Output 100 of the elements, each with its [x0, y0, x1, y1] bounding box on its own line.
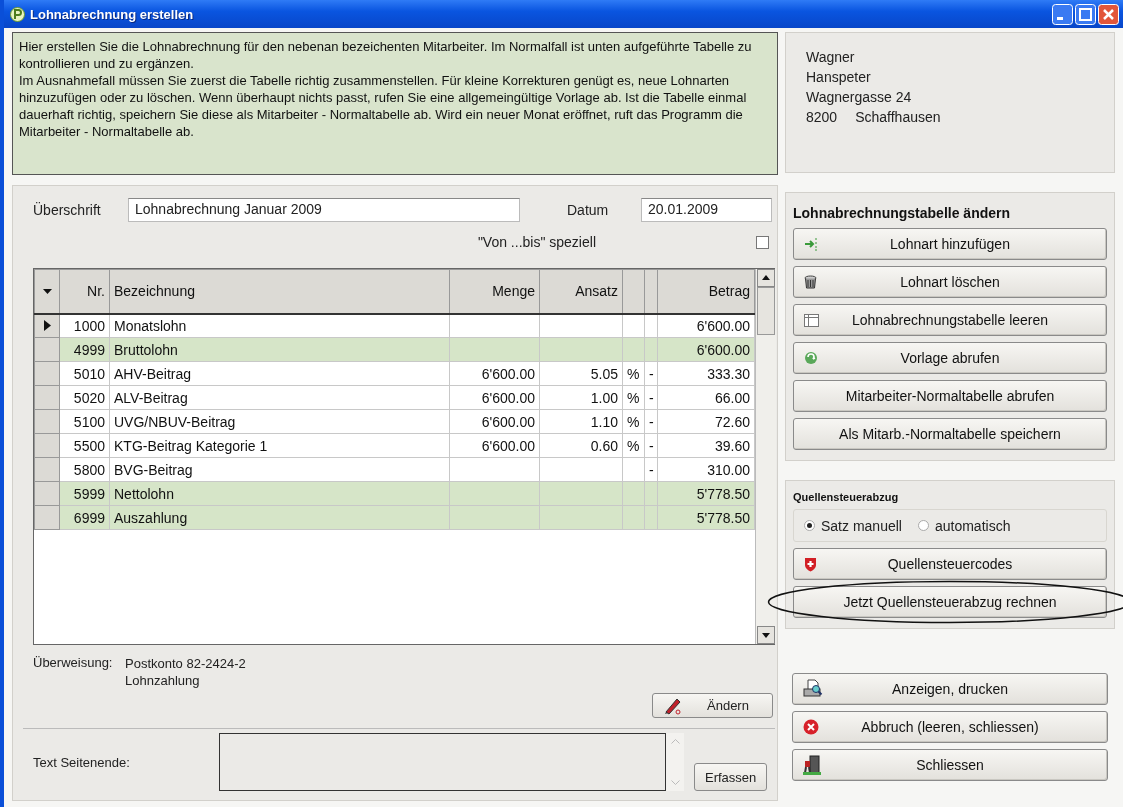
column-header[interactable]: Betrag: [657, 269, 755, 314]
table-cell: 5.05: [539, 361, 623, 386]
field-label: Überschrift: [33, 202, 102, 218]
table-cell: 1000: [59, 313, 110, 338]
button[interactable]: Vorlage abrufen: [793, 342, 1107, 374]
table-cell: 39.60: [657, 433, 755, 458]
table-cell: 310.00: [657, 457, 755, 482]
address-line: Wagnergasse 24: [806, 88, 913, 107]
column-header[interactable]: Nr.: [59, 269, 110, 314]
scroll-up-icon: [757, 269, 775, 287]
printer-magnifier-icon: [803, 679, 823, 699]
table-cell: 6'600.00: [449, 409, 540, 434]
column-header[interactable]: Ansatz: [539, 269, 623, 314]
radio-button[interactable]: [804, 520, 815, 531]
table-cell: %: [622, 409, 645, 434]
table-cell: 5500: [59, 433, 110, 458]
address-line: Wagner: [806, 48, 856, 67]
table-cell: 5010: [59, 361, 110, 386]
table-cell: 66.00: [657, 385, 755, 410]
table-cell: 72.60: [657, 409, 755, 434]
city-name: Schaffhausen: [855, 108, 941, 127]
table-cell: -: [644, 361, 658, 386]
table-cell: AHV-Beitrag: [109, 361, 450, 386]
button[interactable]: Schliessen: [792, 749, 1108, 781]
table-cell: 6'600.00: [449, 361, 540, 386]
button[interactable]: Abbruch (leeren, schliessen): [792, 711, 1108, 743]
table-cell: Bruttolohn: [109, 337, 450, 362]
table-cell: 6'600.00: [449, 433, 540, 458]
button[interactable]: Quellensteuercodes: [793, 548, 1107, 580]
window-title: Lohnabrechnung erstellen: [30, 6, 195, 22]
table-cell: UVG/NBUV-Beitrag: [109, 409, 450, 434]
table-cell: -: [644, 385, 658, 410]
table-cell: 0.60: [539, 433, 623, 458]
text-area[interactable]: [219, 733, 666, 791]
table-cell: %: [622, 385, 645, 410]
table-cell: Nettolohn: [109, 481, 450, 506]
scrollbar[interactable]: [755, 269, 776, 644]
table-cell: 333.30: [657, 361, 755, 386]
button[interactable]: Jetzt Quellensteuerabzug rechnen: [793, 586, 1107, 618]
table-cell: ALV-Beitrag: [109, 385, 450, 410]
table-cell: 1.00: [539, 385, 623, 410]
scroll-up-icon: [670, 739, 680, 744]
column-header[interactable]: Menge: [449, 269, 540, 314]
app-logo-icon: [10, 6, 25, 22]
dropdown-icon[interactable]: [42, 288, 52, 294]
table-cell: 6'600.00: [657, 337, 755, 362]
table-cell: 6'600.00: [449, 385, 540, 410]
scrollbar-thumb[interactable]: [757, 287, 775, 335]
close-icon[interactable]: [1098, 3, 1119, 25]
postal-code: 8200: [806, 108, 838, 127]
button[interactable]: Anzeigen, drucken: [792, 673, 1108, 705]
button[interactable]: Erfassen: [694, 763, 768, 791]
table-cell: %: [622, 433, 645, 458]
exit-door-icon: [803, 755, 821, 775]
checkbox-label: "Von ...bis" speziell: [477, 234, 596, 250]
field-label: Datum: [567, 202, 610, 218]
panel-title: Quellensteuerabzug: [793, 491, 900, 503]
table-cell: %: [622, 361, 645, 386]
table-cell: 5100: [59, 409, 110, 434]
table-icon: [804, 313, 819, 327]
button[interactable]: Lohnart löschen: [793, 266, 1107, 298]
table-cell: Monatslohn: [109, 313, 450, 338]
insert-arrow-icon: [804, 237, 818, 251]
button[interactable]: Als Mitarb.-Normaltabelle speichern: [793, 418, 1107, 450]
table-cell: -: [644, 433, 658, 458]
button[interactable]: Mitarbeiter-Normaltabelle abrufen: [793, 380, 1107, 412]
table-cell: Auszahlung: [109, 505, 450, 530]
table-cell: 5'778.50: [657, 481, 755, 506]
scroll-down-icon: [670, 780, 680, 785]
table-cell: 5800: [59, 457, 110, 482]
table-cell: -: [644, 457, 658, 482]
radio-label: Satz manuell: [821, 517, 902, 534]
transfer-detail: Postkonto 82-2424-2: [125, 655, 246, 672]
input-field[interactable]: 20.01.2009: [641, 198, 772, 222]
address-line: Hanspeter: [806, 68, 872, 87]
panel-title: Lohnabrechnungstabelle ändern: [793, 205, 1012, 221]
table-cell: 5'778.50: [657, 505, 755, 530]
radio-label: automatisch: [934, 517, 1011, 534]
instruction-text: Hier erstellen Sie die Lohnabrechnung für den nebenan bezeichenten Mitarbeiter. Im Normalfall ist unten aufgeführte Tabelle zu kontrollieren und zu ergänzen.: [19, 38, 753, 72]
scroll-down-icon: [757, 626, 775, 644]
cancel-icon: [803, 719, 819, 735]
button[interactable]: Lohnabrechnungstabelle leeren: [793, 304, 1107, 336]
pen-icon: [663, 696, 683, 715]
table-cell: 5020: [59, 385, 110, 410]
radio-button[interactable]: [917, 520, 929, 531]
table-cell: BVG-Beitrag: [109, 457, 450, 482]
table-cell: -: [644, 409, 658, 434]
checkbox[interactable]: [756, 235, 769, 249]
button[interactable]: Lohnart hinzufügen: [793, 228, 1107, 260]
instruction-text: Im Ausnahmefall müssen Sie zuerst die Tabelle richtig zusammenstellen. Für kleine Korrekturen genügt es, neue Lohnarten hinzuzufügen oder zu löschen. Wenn überhaupt nichts passt, rufen Sie eine allgemeingültige Vorlage ab. Ist die Tabelle einmal dauerhaft richtig, speichern Sie diese als Mitarbeiter - Normaltabelle ab. Wird ein neuer Monat eröffnet, ruft das Programm die Mitarbeiter - Normaltabelle ab.: [19, 72, 748, 140]
trash-bin-icon: [804, 275, 817, 289]
table-cell: 6'600.00: [657, 313, 755, 338]
minimize-icon[interactable]: [1052, 3, 1073, 25]
transfer-detail: Lohnzahlung: [125, 672, 201, 689]
button[interactable]: Ändern: [652, 693, 773, 718]
maximize-icon[interactable]: [1075, 3, 1096, 25]
table-cell: KTG-Beitrag Kategorie 1: [109, 433, 450, 458]
input-field[interactable]: Lohnabrechnung Januar 2009: [128, 198, 520, 222]
column-header[interactable]: Bezeichnung: [109, 269, 450, 314]
table-cell: 1.10: [539, 409, 623, 434]
